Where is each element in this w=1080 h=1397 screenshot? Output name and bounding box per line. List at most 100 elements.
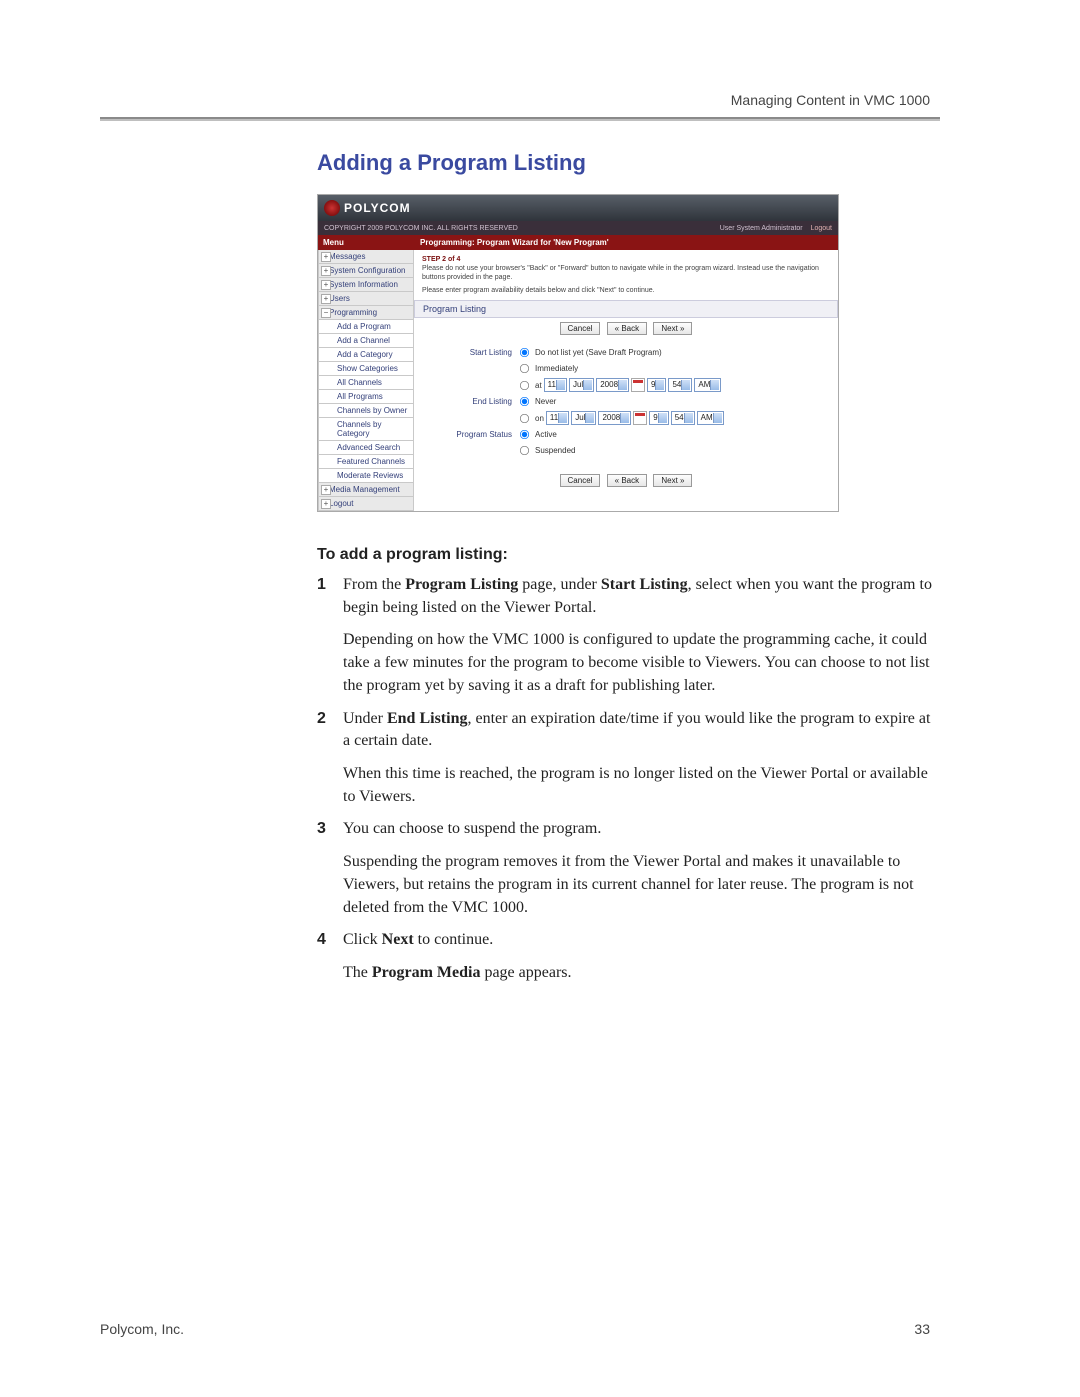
- sidebar-item-programming[interactable]: Programming: [318, 306, 414, 320]
- back-button[interactable]: « Back: [607, 474, 647, 487]
- start-at-radio[interactable]: [520, 381, 529, 390]
- polycom-logo-icon: [324, 200, 340, 216]
- sidebar-item-featured-channels[interactable]: Featured Channels: [318, 455, 414, 469]
- next-button[interactable]: Next »: [653, 322, 692, 335]
- menu-header: Menu: [318, 235, 414, 250]
- calendar-icon[interactable]: [633, 411, 647, 425]
- text: to continue.: [414, 931, 494, 948]
- cancel-button[interactable]: Cancel: [560, 474, 601, 487]
- status-suspended-radio[interactable]: [520, 446, 529, 455]
- start-immediate-radio[interactable]: [520, 364, 529, 373]
- step-number: 2: [317, 708, 326, 731]
- page: Managing Content in VMC 1000 Adding a Pr…: [0, 0, 1080, 1397]
- text: End Listing: [387, 710, 467, 727]
- sidebar: Menu Messages System Configuration Syste…: [318, 235, 414, 511]
- end-year-select[interactable]: 2008: [598, 411, 631, 425]
- text: Under: [343, 710, 387, 727]
- end-min-select[interactable]: 54: [671, 411, 695, 425]
- start-draft-radio[interactable]: [520, 348, 529, 357]
- end-month-select[interactable]: Jul: [571, 411, 596, 425]
- page-title: Adding a Program Listing: [317, 150, 940, 176]
- start-immediate-text: Immediately: [535, 364, 578, 373]
- step-3: 3 You can choose to suspend the program.…: [317, 818, 940, 919]
- sidebar-item-all-programs[interactable]: All Programs: [318, 390, 414, 404]
- sidebar-item-advanced-search[interactable]: Advanced Search: [318, 441, 414, 455]
- text: From the: [343, 576, 405, 593]
- running-header: Managing Content in VMC 1000: [731, 92, 930, 108]
- sidebar-item-users[interactable]: Users: [318, 292, 414, 306]
- wizard-warning: Please do not use your browser's "Back" …: [422, 264, 830, 282]
- end-on-text: on: [535, 414, 544, 423]
- sidebar-item-channels-by-category[interactable]: Channels by Category: [318, 418, 414, 441]
- text: Depending on how the VMC 1000 is configu…: [343, 629, 940, 697]
- text: Program Media: [372, 964, 481, 981]
- back-button[interactable]: « Back: [607, 322, 647, 335]
- logout-link[interactable]: Logout: [811, 225, 832, 232]
- start-year-select[interactable]: 2008: [596, 378, 629, 392]
- text: Program Listing: [405, 576, 518, 593]
- next-button[interactable]: Next »: [653, 474, 692, 487]
- step-number: 4: [317, 929, 326, 952]
- sidebar-item-add-category[interactable]: Add a Category: [318, 348, 414, 362]
- start-day-select[interactable]: 11: [544, 378, 567, 392]
- wizard-note: STEP 2 of 4 Please do not use your brows…: [414, 250, 838, 300]
- text: When this time is reached, the program i…: [343, 763, 940, 808]
- text: You can choose to suspend the program.: [343, 818, 940, 841]
- start-draft-text: Do not list yet (Save Draft Program): [535, 348, 662, 357]
- step-number: 1: [317, 574, 326, 597]
- sidebar-item-add-program[interactable]: Add a Program: [318, 320, 414, 334]
- app-screenshot: POLYCOM COPYRIGHT 2009 POLYCOM INC. ALL …: [317, 194, 839, 512]
- sidebar-item-logout[interactable]: Logout: [318, 497, 414, 511]
- procedure-heading: To add a program listing:: [317, 546, 940, 564]
- text: The: [343, 964, 372, 981]
- text: page, under: [518, 576, 601, 593]
- start-ampm-select[interactable]: AM: [694, 378, 721, 392]
- sidebar-item-messages[interactable]: Messages: [318, 250, 414, 264]
- button-row-bottom: Cancel « Back Next »: [414, 470, 838, 491]
- step-4: 4 Click Next to continue. The Program Me…: [317, 929, 940, 984]
- end-hour-select[interactable]: 9: [649, 411, 668, 425]
- end-listing-label: End Listing: [422, 397, 518, 406]
- calendar-icon[interactable]: [631, 378, 645, 392]
- start-min-select[interactable]: 54: [668, 378, 692, 392]
- sidebar-item-system-config[interactable]: System Configuration: [318, 264, 414, 278]
- sidebar-item-show-categories[interactable]: Show Categories: [318, 362, 414, 376]
- step-2: 2 Under End Listing, enter an expiration…: [317, 708, 940, 809]
- header-rule: [100, 117, 940, 121]
- wizard-step: STEP 2 of 4: [422, 255, 830, 264]
- wizard-instruction: Please enter program availability detail…: [422, 286, 830, 295]
- sidebar-item-add-channel[interactable]: Add a Channel: [318, 334, 414, 348]
- sidebar-item-moderate-reviews[interactable]: Moderate Reviews: [318, 469, 414, 483]
- text: Next: [382, 931, 414, 948]
- sidebar-item-all-channels[interactable]: All Channels: [318, 376, 414, 390]
- wizard-main: Programming: Program Wizard for 'New Pro…: [414, 235, 838, 511]
- start-listing-label: Start Listing: [422, 348, 518, 357]
- text: page appears.: [480, 964, 571, 981]
- app-subheader: COPYRIGHT 2009 POLYCOM INC. ALL RIGHTS R…: [318, 221, 838, 235]
- end-ampm-select[interactable]: AM: [697, 411, 724, 425]
- text: Click: [343, 931, 382, 948]
- sidebar-item-system-info[interactable]: System Information: [318, 278, 414, 292]
- cancel-button[interactable]: Cancel: [560, 322, 601, 335]
- procedure-steps: 1 From the Program Listing page, under S…: [317, 574, 940, 985]
- section-header: Program Listing: [414, 300, 838, 318]
- step-number: 3: [317, 818, 326, 841]
- program-status-label: Program Status: [422, 430, 518, 439]
- end-never-text: Never: [535, 397, 556, 406]
- end-day-select[interactable]: 11: [546, 411, 569, 425]
- brand-text: POLYCOM: [344, 201, 411, 215]
- step-1: 1 From the Program Listing page, under S…: [317, 574, 940, 698]
- sidebar-item-channels-by-owner[interactable]: Channels by Owner: [318, 404, 414, 418]
- start-month-select[interactable]: Jul: [569, 378, 594, 392]
- status-suspended-text: Suspended: [535, 446, 575, 455]
- start-hour-select[interactable]: 9: [647, 378, 666, 392]
- status-active-radio[interactable]: [520, 430, 529, 439]
- user-label: User: [720, 225, 735, 232]
- copyright-text: COPYRIGHT 2009 POLYCOM INC. ALL RIGHTS R…: [324, 225, 518, 232]
- sidebar-item-media-mgmt[interactable]: Media Management: [318, 483, 414, 497]
- wizard-header: Programming: Program Wizard for 'New Pro…: [414, 235, 838, 250]
- text: Start Listing: [601, 576, 688, 593]
- end-on-radio[interactable]: [520, 414, 529, 423]
- user-name: System Administrator: [736, 225, 802, 232]
- end-never-radio[interactable]: [520, 397, 529, 406]
